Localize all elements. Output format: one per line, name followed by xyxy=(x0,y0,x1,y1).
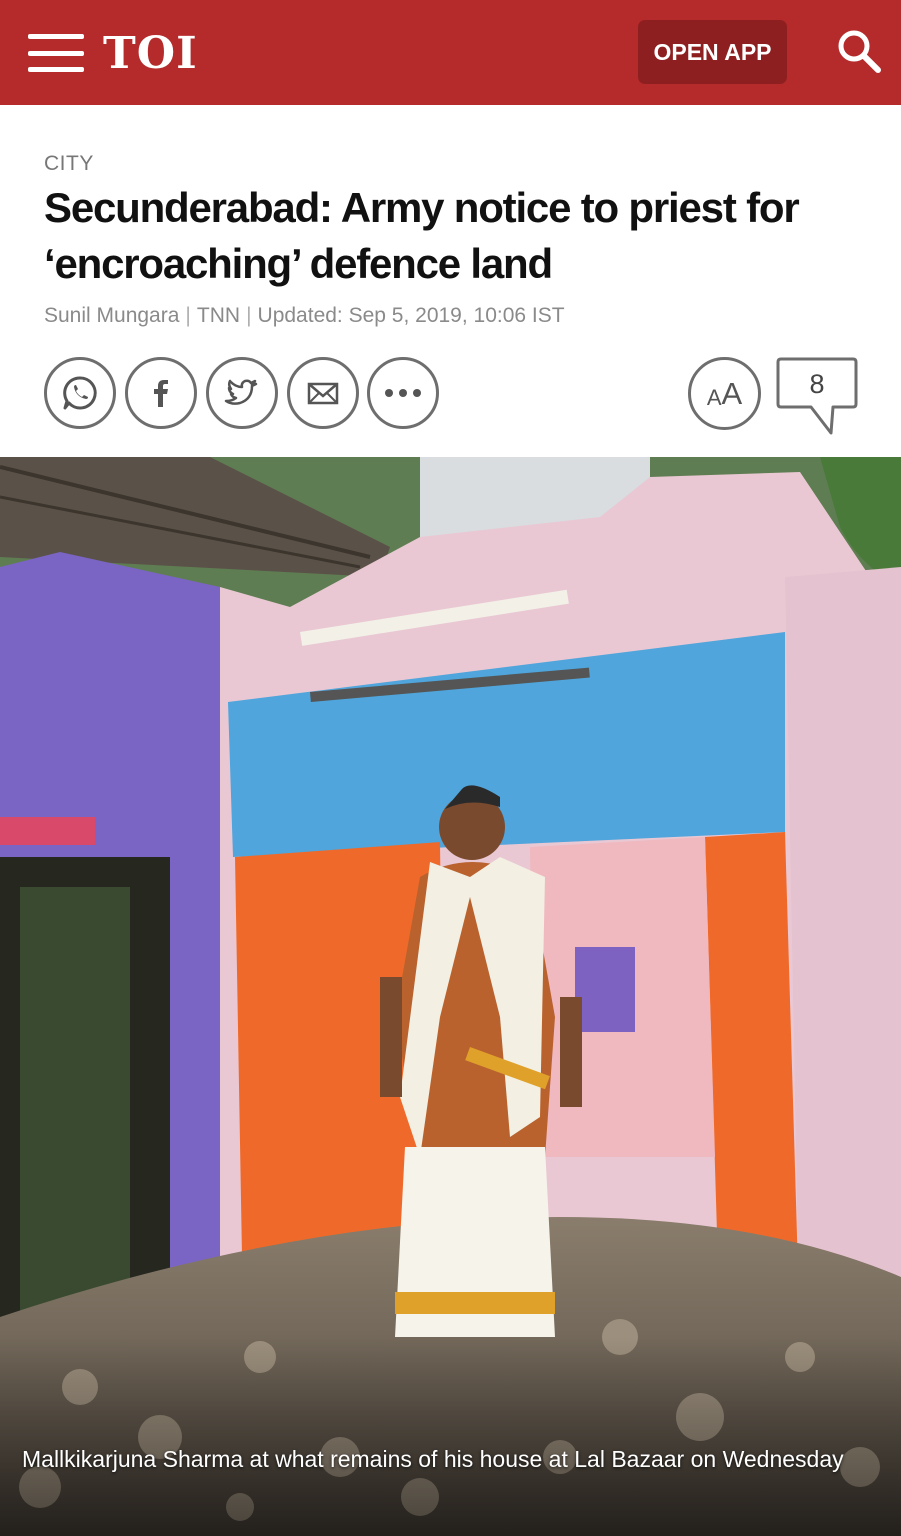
byline-separator: | xyxy=(246,304,252,327)
more-share-options-button[interactable] xyxy=(367,357,439,429)
open-app-button[interactable]: OPEN APP xyxy=(638,20,787,84)
whatsapp-share-button[interactable] xyxy=(44,357,116,429)
email-share-button[interactable] xyxy=(287,357,359,429)
article-headline: Secunderabad: Army notice to priest for … xyxy=(44,184,800,287)
updated-timestamp: Updated: Sep 5, 2019, 10:06 IST xyxy=(257,304,565,327)
more-icon xyxy=(385,389,421,397)
photo-caption: Mallkikarjuna Sharma at what remains of … xyxy=(22,1446,844,1472)
twitter-share-button[interactable] xyxy=(206,357,278,429)
section-label[interactable]: CITY xyxy=(44,152,94,176)
article-byline: Sunil Mungara | TNN | Updated: Sep 5, 2019, … xyxy=(44,304,565,328)
article-photo[interactable] xyxy=(0,457,901,1536)
toi-logo[interactable]: TOI xyxy=(103,30,198,78)
twitter-icon xyxy=(224,379,258,405)
comment-count: 8 xyxy=(809,369,825,399)
search-icon[interactable] xyxy=(836,28,882,74)
mail-icon xyxy=(307,382,339,405)
demolished-house-photo xyxy=(0,457,901,1536)
top-navigation-bar: TOI OPEN APP xyxy=(0,0,901,105)
font-size-button[interactable]: AA xyxy=(688,357,761,430)
hamburger-menu-icon[interactable] xyxy=(28,34,84,72)
facebook-share-button[interactable] xyxy=(125,357,197,429)
font-size-small-a: A xyxy=(706,384,722,410)
whatsapp-icon xyxy=(63,376,97,410)
agency-name: TNN xyxy=(196,304,241,327)
byline-separator: | xyxy=(185,304,191,327)
font-size-big-a: A xyxy=(721,375,743,411)
facebook-icon xyxy=(154,380,168,407)
author-name[interactable]: Sunil Mungara xyxy=(44,304,179,327)
